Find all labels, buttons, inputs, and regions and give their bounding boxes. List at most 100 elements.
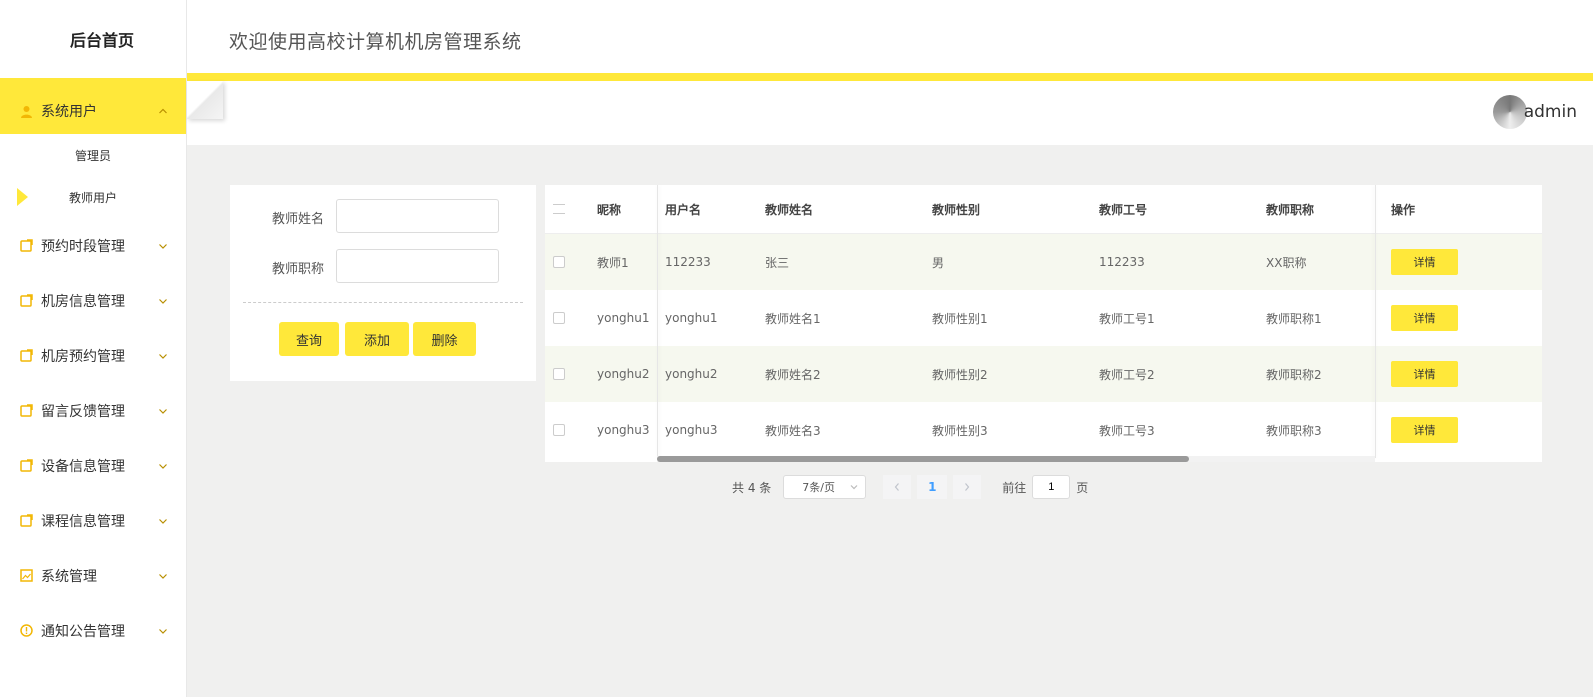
column-header[interactable]: 教师性别 [932,185,980,233]
fixed-column-divider [657,185,658,458]
sidebar-item-label: 设备信息管理 [41,458,125,475]
sidebar-item-label: 通知公告管理 [41,623,125,640]
table-cell: yonghu2 [665,367,718,381]
table-cell: 教师职称1 [1266,311,1322,326]
table-cell: 男 [932,255,945,270]
sidebar-item-courses[interactable]: 课程信息管理 [0,493,186,548]
row-checkbox[interactable] [553,346,573,402]
table-cell: XX职称 [1266,255,1307,270]
table-cell: 详情 [1383,346,1542,402]
table-cell: 张三 [765,255,790,270]
sidebar-item-lab-booking[interactable]: 机房预约管理 [0,328,186,383]
delete-button[interactable]: 删除 [413,322,476,356]
search-panel: 教师姓名 教师职称 查询 添加 删除 [230,185,536,381]
detail-button[interactable]: 详情 [1391,249,1458,275]
teacher-name-label: 教师姓名 [271,212,324,227]
sidebar-item-label: 机房信息管理 [41,293,125,310]
table-cell: 教师姓名2 [765,367,821,382]
sidebar-item-label: 系统管理 [41,568,97,585]
table-cell: 112233 [1099,255,1145,269]
column-header[interactable]: 教师职称 [1266,185,1314,233]
page-number-current[interactable]: 1 [917,475,948,499]
table-cell: yonghu2 [597,367,650,381]
row-checkbox[interactable] [553,290,573,346]
main-content: 教师姓名 教师职称 查询 添加 删除 昵称 用户名 教师姓名 教师性别 教师工号… [187,145,1593,697]
horizontal-scrollbar[interactable] [657,456,1375,462]
teacher-title-label: 教师职称 [271,262,324,277]
add-button[interactable]: 添加 [345,322,409,356]
table-header-row: 昵称 用户名 教师姓名 教师性别 教师工号 教师职称 操作 [545,185,1542,234]
sidebar-item-announcements[interactable]: 通知公告管理 [0,603,186,658]
user-bar: admin [187,81,1593,145]
select-all-checkbox[interactable] [553,185,573,233]
detail-button[interactable]: 详情 [1391,305,1458,331]
brand-home-link[interactable]: 后台首页 [0,0,186,78]
table-cell: 详情 [1383,402,1542,458]
edit-icon [20,514,33,527]
table-cell: 教师工号1 [1099,311,1155,326]
user-icon [20,105,33,118]
sidebar-item-label: 系统用户 [41,104,97,120]
sidebar-subitem-admins[interactable]: 管理员 [0,134,186,176]
chevron-down-icon [159,408,167,414]
form-divider [243,302,523,303]
chevron-down-icon [159,573,167,579]
column-header[interactable]: 教师工号 [1099,185,1147,233]
sidebar-toggle-icon[interactable] [187,81,223,119]
page-title: 欢迎使用高校计算机机房管理系统 [229,31,522,53]
table-cell: 112233 [665,255,711,269]
table-row: yonghu1 yonghu1 教师姓名1 教师性别1 教师工号1 教师职称1 … [545,290,1542,346]
sidebar-item-label: 预约时段管理 [41,238,125,255]
row-checkbox[interactable] [553,234,573,290]
chevron-down-icon [159,518,167,524]
column-header[interactable]: 教师姓名 [765,185,813,233]
edit-icon [20,349,33,362]
total-count: 共 4 条 [732,480,772,495]
table-cell: 教师工号3 [1099,423,1155,438]
sidebar-item-lab-info[interactable]: 机房信息管理 [0,273,186,328]
goto-page-input[interactable] [1032,475,1071,499]
table-cell: 教师性别1 [932,311,988,326]
header-accent-bar [187,73,1593,81]
chevron-down-icon [159,243,167,249]
table-cell: 教师工号2 [1099,367,1155,382]
table-cell: 教师性别2 [932,367,988,382]
avatar[interactable] [1493,95,1527,129]
table-cell: 教师姓名3 [765,423,821,438]
app-root: 后台首页 系统用户 管理员 教师用户 预约时段管理 机房信息管理 机房预约管理 … [0,0,1593,697]
table-cell: yonghu1 [665,311,718,325]
table-cell: 教师职称2 [1266,367,1322,382]
sidebar-item-label: 机房预约管理 [41,348,125,365]
detail-button[interactable]: 详情 [1391,417,1458,443]
table-cell: 教师职称3 [1266,423,1322,438]
teacher-name-input[interactable] [336,199,499,233]
sidebar-subitem-teacher-users[interactable]: 教师用户 [0,176,186,218]
sidebar-subitem-label: 教师用户 [68,190,117,205]
column-header[interactable]: 昵称 [597,185,621,233]
page-size-value: 7条/页 [802,481,835,494]
sidebar-item-feedback[interactable]: 留言反馈管理 [0,383,186,438]
chevron-left-icon [894,483,900,491]
scrollbar-thumb[interactable] [657,456,1189,462]
query-button[interactable]: 查询 [279,322,339,356]
chevron-up-icon [159,108,167,114]
column-header: 操作 [1391,202,1416,217]
next-page-button[interactable] [953,475,982,499]
chevron-down-icon [159,353,167,359]
row-checkbox[interactable] [553,402,573,458]
prev-page-button[interactable] [883,475,912,499]
sidebar-item-equipment[interactable]: 设备信息管理 [0,438,186,493]
table-row: yonghu3 yonghu3 教师姓名3 教师性别3 教师工号3 教师职称3 … [545,402,1542,458]
column-header[interactable]: 用户名 [665,185,701,233]
table-cell: 教师1 [597,255,629,270]
table-cell: 详情 [1383,290,1542,346]
username-label[interactable]: admin [1524,102,1577,122]
sidebar-item-time-slots[interactable]: 预约时段管理 [0,218,186,273]
info-circle-icon [20,624,33,637]
sidebar-item-system-users[interactable]: 系统用户 [0,88,186,134]
teacher-title-input[interactable] [336,249,499,283]
page-size-select[interactable]: 7条/页 [783,475,867,499]
table-cell: yonghu1 [597,311,650,325]
detail-button[interactable]: 详情 [1391,361,1458,387]
sidebar-item-system-admin[interactable]: 系统管理 [0,548,186,603]
